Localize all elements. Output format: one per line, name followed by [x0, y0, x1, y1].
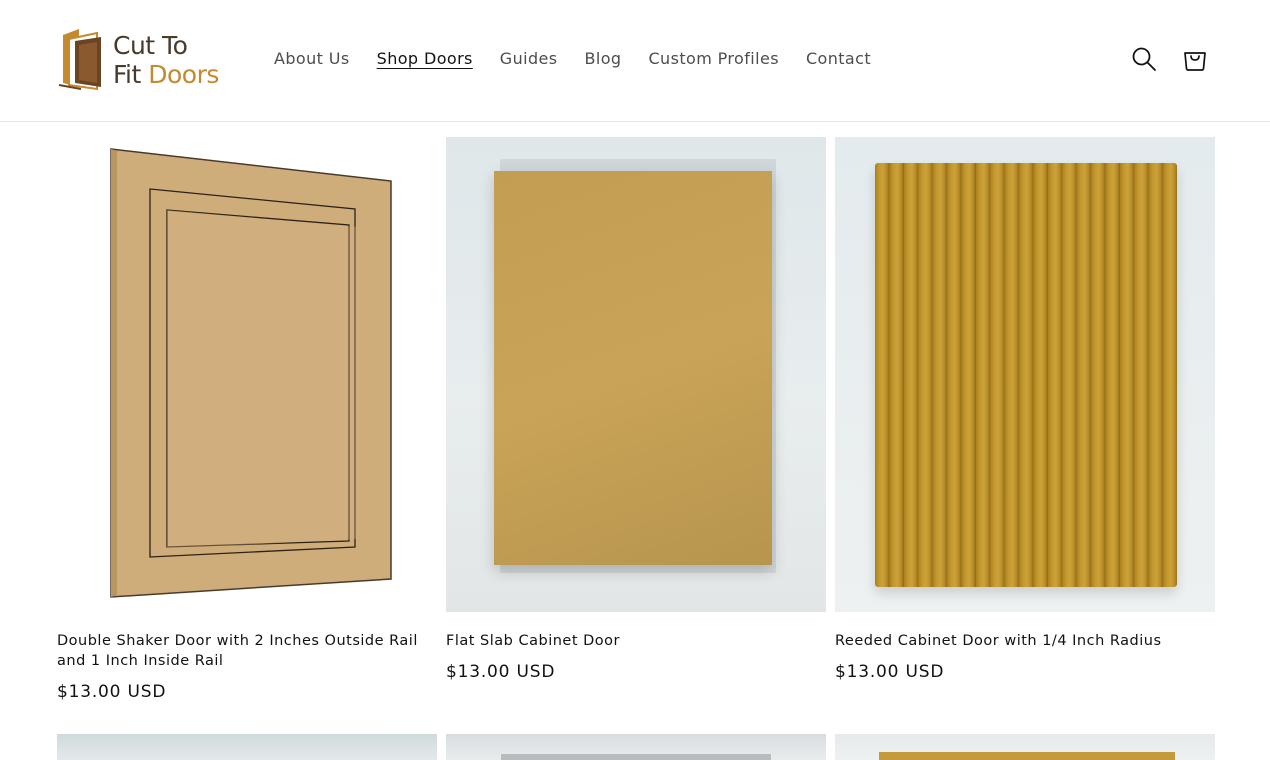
brand-logo[interactable]: Cut To Fit Doors: [57, 26, 237, 94]
nav-shop-doors[interactable]: Shop Doors: [377, 48, 473, 70]
product-price: $13.00 USD: [835, 662, 945, 682]
product-title[interactable]: Reeded Cabinet Door with 1/4 Inch Radius: [835, 631, 1215, 651]
product-image-partial[interactable]: [446, 734, 826, 760]
product-image-double-shaker[interactable]: [57, 137, 437, 612]
product-price: $13.00 USD: [446, 662, 556, 682]
search-icon: [1132, 47, 1156, 71]
logo-text-fit: Fit: [113, 60, 141, 89]
door-logo-icon: [58, 29, 101, 91]
logo-text-doors: Doors: [148, 60, 219, 89]
logo-text-line2: Fit Doors: [113, 60, 219, 89]
nav-blog[interactable]: Blog: [585, 48, 622, 70]
product-image-reeded[interactable]: [835, 137, 1215, 612]
nav-about-us[interactable]: About Us: [274, 48, 350, 70]
product-card[interactable]: Flat Slab Cabinet Door $13.00 USD: [446, 137, 826, 682]
product-title[interactable]: Flat Slab Cabinet Door: [446, 631, 826, 651]
cart-icon: [1184, 52, 1206, 71]
product-image-flat-slab[interactable]: [446, 137, 826, 612]
cart-button[interactable]: [1179, 43, 1211, 75]
nav-contact[interactable]: Contact: [806, 48, 871, 70]
product-image-partial[interactable]: [835, 734, 1215, 760]
product-title[interactable]: Double Shaker Door with 2 Inches Outside…: [57, 631, 437, 671]
logo-text-line1: Cut To: [113, 31, 188, 60]
main-nav: About Us Shop Doors Guides Blog Custom P…: [274, 48, 898, 70]
search-button[interactable]: [1128, 43, 1160, 75]
nav-guides[interactable]: Guides: [500, 48, 558, 70]
product-price: $13.00 USD: [57, 682, 167, 702]
product-image-partial[interactable]: [57, 734, 437, 760]
site-header: Cut To Fit Doors About Us Shop Doors Gui…: [0, 0, 1270, 122]
product-card[interactable]: Double Shaker Door with 2 Inches Outside…: [57, 137, 437, 702]
product-card[interactable]: Reeded Cabinet Door with 1/4 Inch Radius…: [835, 137, 1215, 682]
nav-custom-profiles[interactable]: Custom Profiles: [648, 48, 778, 70]
